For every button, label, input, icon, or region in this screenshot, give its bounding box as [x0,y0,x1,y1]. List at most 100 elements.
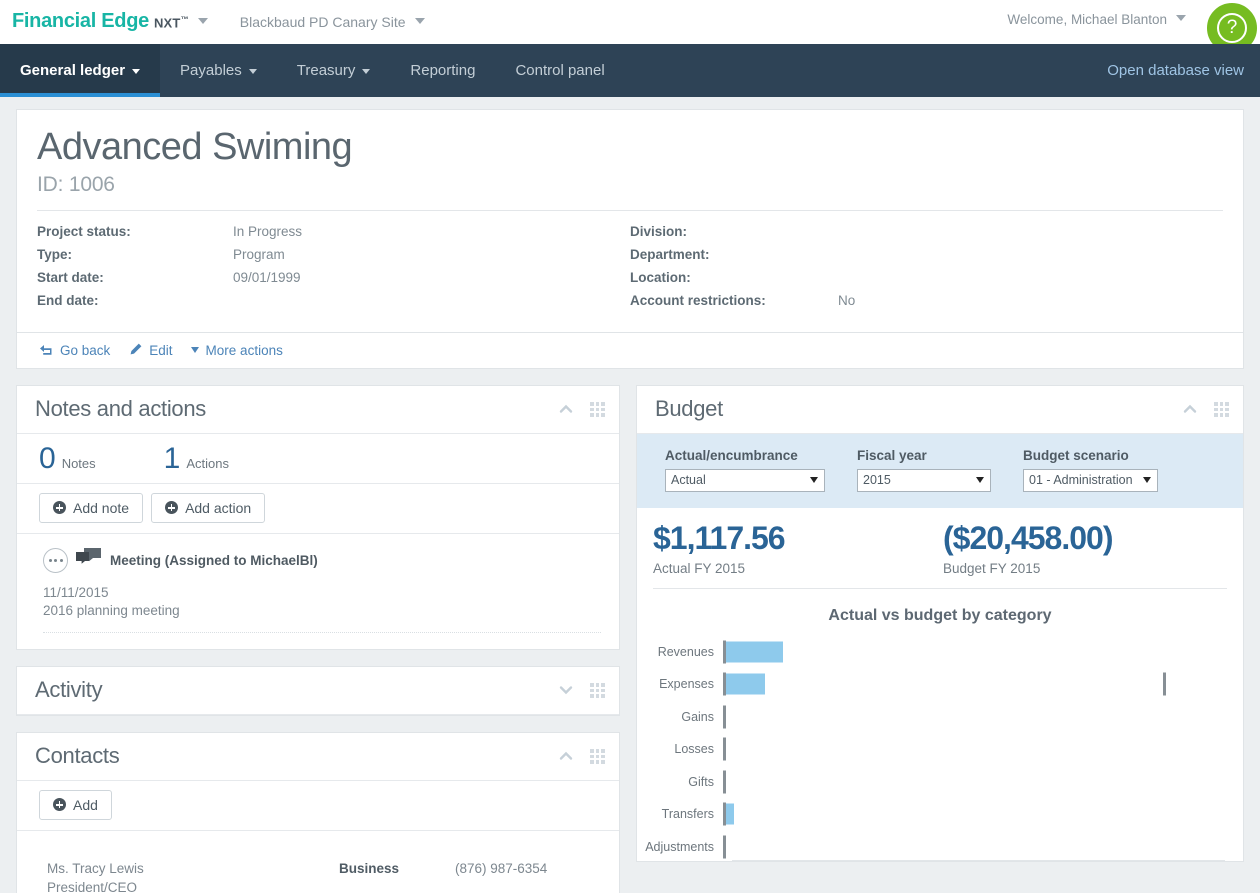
chart-category-label: Expenses [659,677,714,692]
contact-role: President/CEO [47,879,138,893]
chevron-down-icon [248,69,257,74]
select-value: 2015 [863,473,891,488]
page-body: Advanced Swiming ID: 1006 Project status… [0,97,1260,893]
notes-button-row: Add note Add action [17,484,619,534]
fiscal-year-select[interactable]: 2015 [857,468,991,492]
filter-budget-scenario: Budget scenario 01 - Administration [1023,448,1158,492]
field-label: Account restrictions: [630,292,766,308]
add-contact-button[interactable]: Add [39,789,112,820]
budget-kpis: $1,117.56 Actual FY 2015 ($20,458.00) Bu… [637,508,1243,589]
chevron-down-icon [1143,477,1151,484]
drag-handle-icon[interactable] [1214,401,1229,417]
nav-item-control-panel[interactable]: Control panel [495,44,624,97]
trademark-symbol: ™ [180,14,189,24]
panel-header-icons [1182,401,1229,417]
chart-budget-marker [1162,672,1166,696]
add-action-button[interactable]: Add action [151,492,266,523]
actual-encumbrance-select[interactable]: Actual [665,468,825,492]
edit-button[interactable]: Edit [128,342,173,358]
field-division: Division: [630,224,1223,247]
add-note-label: Add note [73,499,130,516]
chevron-down-icon[interactable] [197,18,208,24]
chevron-down-icon[interactable] [1176,15,1186,21]
chart-bar-actual [726,803,735,825]
chart-zero-marker [723,737,726,761]
panel-header: Budget [637,386,1243,434]
nav-item-reporting[interactable]: Reporting [390,44,495,97]
panel-title: Activity [35,677,103,703]
chart-category-label: Losses [674,742,714,757]
drag-handle-icon[interactable] [590,401,605,417]
chart-plot-area [723,668,1225,701]
edit-label: Edit [149,342,173,358]
user-menu[interactable]: Welcome, Michael Blanton [1007,12,1186,27]
contact-name-block: Ms. Tracy Lewis President/CEO [47,861,339,893]
actions-count-block: 1 Actions [164,443,229,474]
filter-actual-encumbrance: Actual/encumbrance Actual [665,448,825,492]
chart-row: Transfers [637,798,1225,831]
field-label: Division: [630,223,688,239]
panel-header-icons [558,748,605,764]
more-actions-button[interactable]: More actions [190,342,283,358]
chart-row: Losses [637,733,1225,766]
chevron-down-icon[interactable] [558,682,574,698]
add-note-button[interactable]: Add note [39,492,144,523]
contact-phone: (876) 987-6354 [455,860,548,876]
kpi-label: Actual FY 2015 [653,561,746,577]
field-label: Start date: [37,269,104,285]
field-value: No [838,292,856,308]
chart-title: Actual vs budget by category [828,607,1052,625]
site-selector[interactable]: Blackbaud PD Canary Site [240,14,425,30]
record-action-bar: Go back Edit More actions [16,332,1244,369]
nav-item-general-ledger[interactable]: General ledger [0,44,161,97]
field-start-date: Start date: 09/01/1999 [37,270,630,293]
left-column: Notes and actions 0 Notes 1 Actions Add … [16,384,620,893]
note-header: Meeting (Assigned to MichaelBl) [43,547,601,573]
budget-scenario-select[interactable]: 01 - Administration [1023,468,1158,492]
app-logo[interactable]: Financial Edge NXT™ [0,10,208,33]
filter-label: Fiscal year [857,447,927,463]
chart-category-label: Transfers [661,807,714,822]
field-label: Type: [37,246,73,262]
panel-title: Notes and actions [35,396,207,422]
plus-icon [165,501,179,515]
contact-phone-type: Business [339,860,400,876]
kpi-budget: ($20,458.00) Budget FY 2015 [927,521,1113,577]
more-options-icon[interactable] [43,547,68,573]
chevron-down-icon[interactable] [414,17,425,24]
panel-title: Contacts [35,743,120,769]
chart-zero-marker [723,640,726,664]
panel-header: Notes and actions [17,386,619,434]
nav-label: Payables [180,62,242,79]
record-fields-left: Project status: In Progress Type: Progra… [37,224,630,316]
chart-zero-marker [723,835,726,859]
chevron-down-icon [976,477,984,484]
dashboard-columns: Notes and actions 0 Notes 1 Actions Add … [16,384,1244,893]
open-database-view-link[interactable]: Open database view [1107,44,1260,97]
page-title: Advanced Swiming [37,126,353,168]
activity-panel: Activity [16,665,620,716]
more-actions-label: More actions [205,342,283,358]
field-location: Location: [630,270,1223,293]
actions-count-label: Actions [186,455,229,471]
nav-item-treasury[interactable]: Treasury [277,44,391,97]
record-fields-right: Division: Department: Location: Account … [630,224,1223,316]
right-column: Budget Actual/encumbrance Actual Fiscal … [636,384,1244,893]
field-value: In Progress [233,223,303,239]
kpi-label: Budget FY 2015 [943,561,1041,577]
chevron-up-icon[interactable] [558,748,574,764]
plus-icon [53,501,66,515]
chart-row: Gains [637,700,1225,733]
drag-handle-icon[interactable] [590,748,605,764]
list-item: Meeting (Assigned to MichaelBl) 11/11/20… [17,534,619,649]
notes-counts: 0 Notes 1 Actions [17,434,619,484]
field-project-status: Project status: In Progress [37,224,630,247]
nav-item-payables[interactable]: Payables [160,44,277,97]
chevron-up-icon[interactable] [1182,401,1198,417]
actual-vs-budget-chart: Revenues Expenses Gains Losses Gifts Transfer… [637,635,1243,862]
chevron-up-icon[interactable] [558,401,574,417]
drag-handle-icon[interactable] [590,682,605,698]
chart-zero-marker [723,802,726,826]
notes-count: 0 [39,441,56,475]
go-back-button[interactable]: Go back [39,343,110,358]
